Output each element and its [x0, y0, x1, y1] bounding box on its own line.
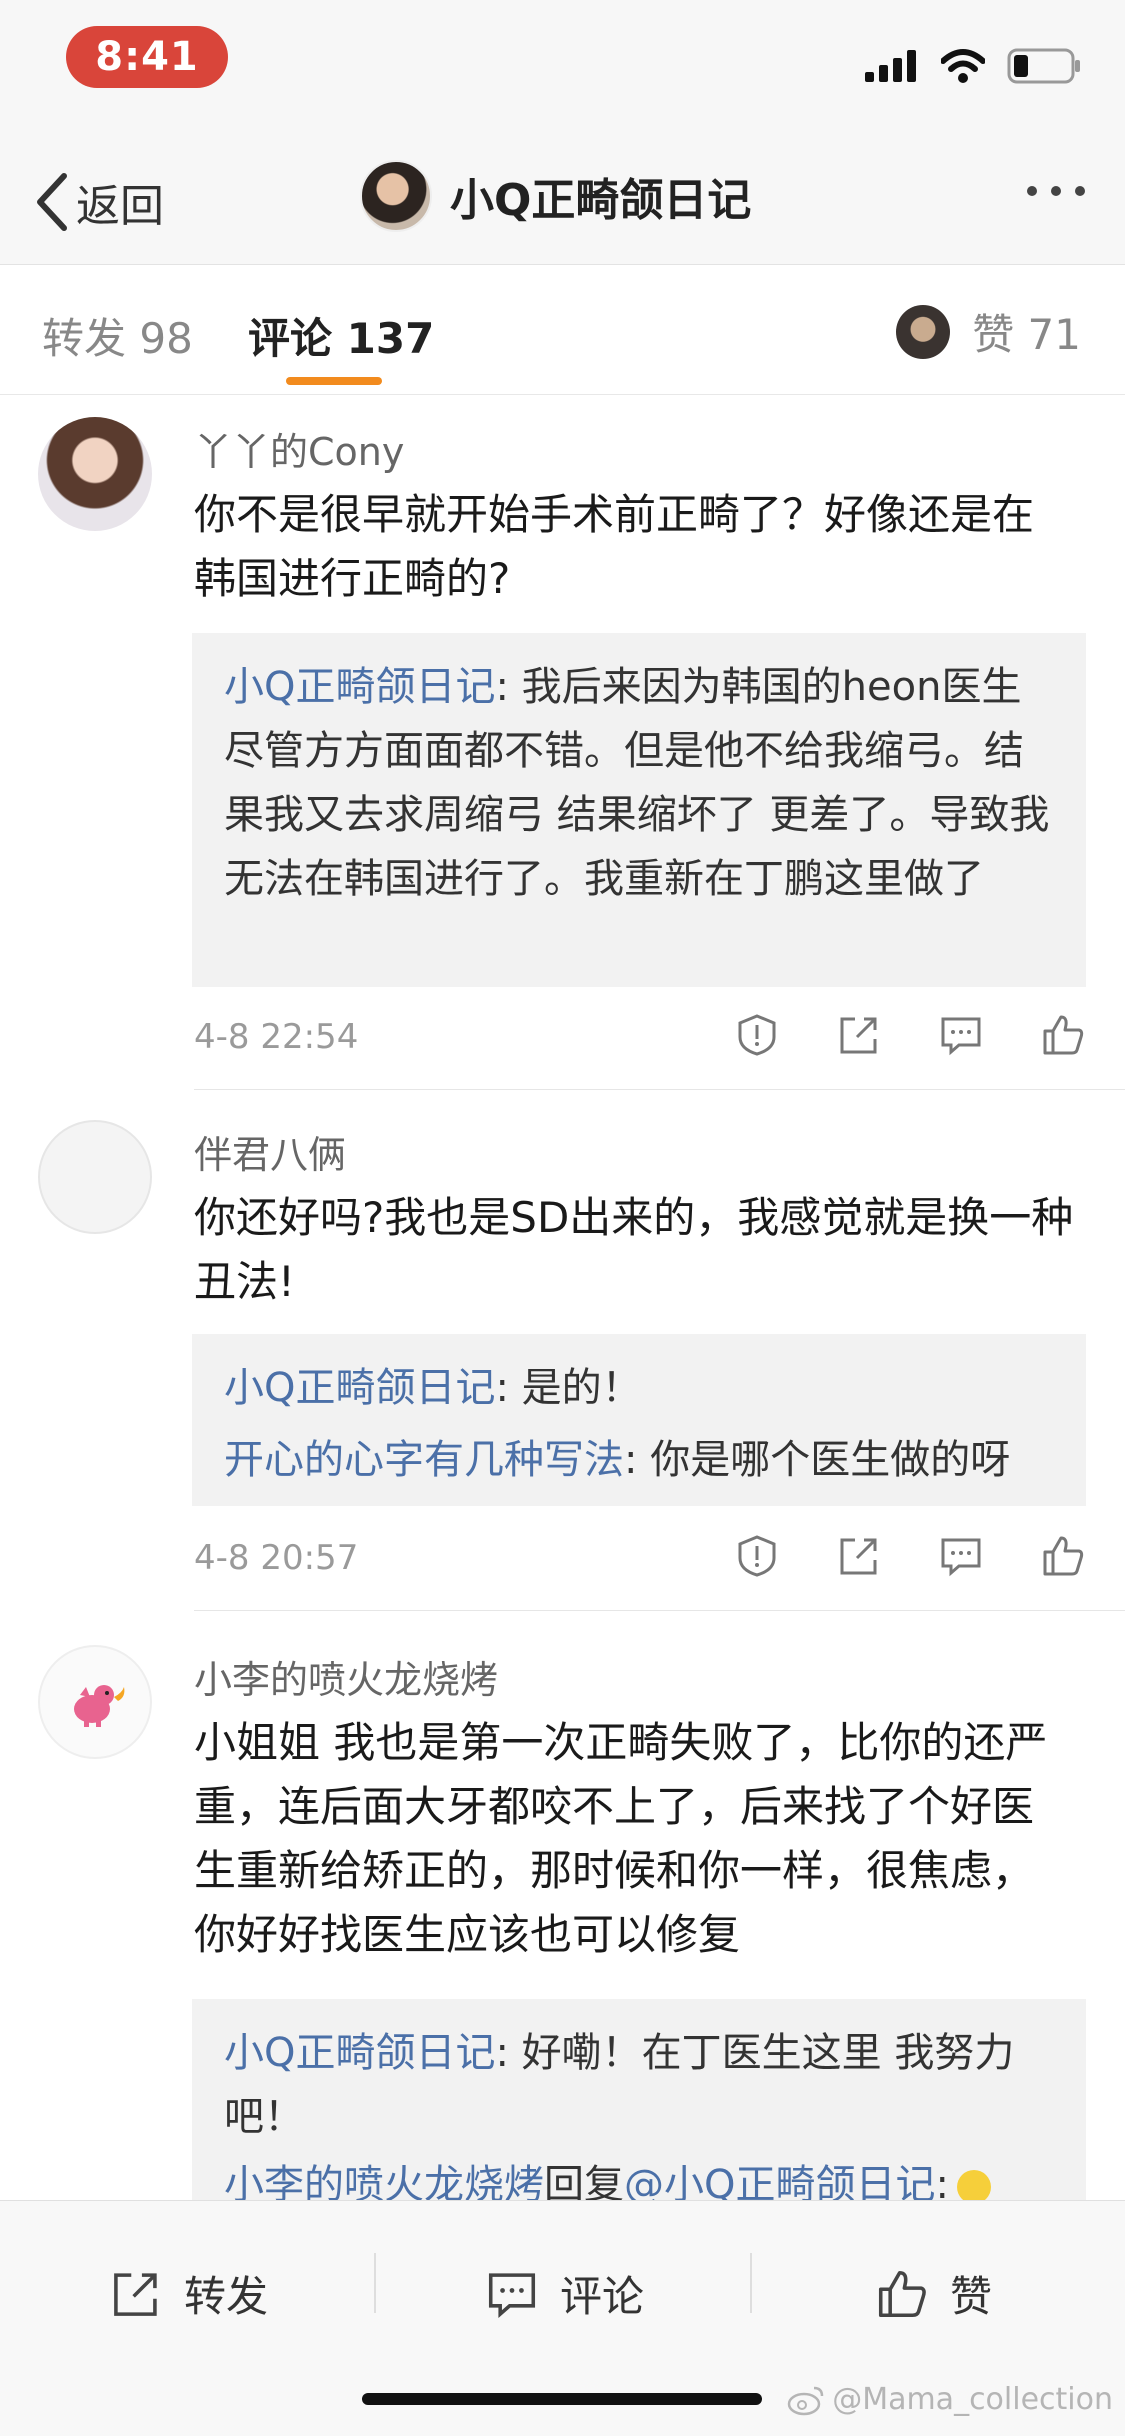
comment-button[interactable]: 评论: [486, 2263, 644, 2324]
report-icon[interactable]: [735, 1013, 779, 1057]
status-time: 8:41: [66, 26, 228, 88]
commenter-name[interactable]: 小李的喷火龙烧烤: [194, 1649, 498, 1704]
watermark-text: @Mama_collection: [832, 2382, 1113, 2417]
comment-item: 小李的喷火龙烧烤 小姐姐 我也是第一次正畸失败了，比你的还严重，连后面大牙都咬不…: [0, 1615, 1125, 2219]
watermark: @Mama_collection: [786, 2382, 1113, 2417]
comment-actions: [735, 1534, 1085, 1578]
reply-author[interactable]: 开心的心字有几种写法: [224, 1437, 624, 1483]
comment-text: 你不是很早就开始手术前正畸了？好像还是在韩国进行正畸的?: [194, 490, 1035, 603]
reply-line: 小Q正畸颌日记: 好嘞！在丁医生这里 我努力吧！: [224, 2021, 1054, 2149]
reply-box[interactable]: 小Q正畸颌日记: 是的！ 开心的心字有几种写法: 你是哪个医生做的呀: [192, 1334, 1086, 1506]
like-icon[interactable]: [1041, 1013, 1085, 1057]
like-icon[interactable]: [1041, 1534, 1085, 1578]
reply-icon[interactable]: [939, 1013, 983, 1057]
reply-line: 开心的心字有几种写法: 你是哪个医生做的呀: [224, 1428, 1054, 1492]
tab-comments[interactable]: 评论 137: [248, 305, 434, 366]
back-label: 返回: [76, 181, 164, 232]
chevron-left-icon: [37, 173, 67, 231]
home-indicator[interactable]: [362, 2393, 762, 2405]
commenter-name[interactable]: 丫丫的Cony: [194, 421, 404, 476]
comment-label: 评论: [560, 2272, 645, 2321]
back-button[interactable]: 返回: [34, 170, 164, 234]
reply-author[interactable]: 小Q正畸颌日记: [224, 1365, 495, 1411]
reply-box[interactable]: 小Q正畸颌日记: 好嘞！在丁医生这里 我努力吧！ 小李的喷火龙烧烤回复@小Q正畸…: [192, 1999, 1086, 2219]
nav-bar: 返回 小Q正畸颌日记: [0, 130, 1125, 265]
weibo-logo-icon: [787, 2386, 824, 2415]
comment-text: 你还好吗?我也是SD出来的，我感觉就是换一种丑法!: [194, 1193, 1074, 1306]
share-icon[interactable]: [837, 1013, 881, 1057]
emoji-icon: [956, 2170, 991, 2204]
commenter-name[interactable]: 伴君八俩: [194, 1124, 346, 1179]
comment-item: 伴君八俩 你还好吗?我也是SD出来的，我感觉就是换一种丑法! 小Q正畸颌日记: …: [0, 1090, 1125, 1615]
nav-title[interactable]: 小Q正畸颌日记: [360, 160, 751, 232]
tab-bar: 转发 98 评论 137 赞 71: [0, 265, 1125, 395]
active-tab-indicator: [286, 377, 382, 385]
comment-text: 小姐姐 我也是第一次正畸失败了，比你的还严重，连后面大牙都咬不上了，后来找了个好…: [194, 1718, 1048, 1959]
comment-icon: [488, 2272, 536, 2318]
author-avatar[interactable]: [360, 160, 432, 232]
wifi-icon: [941, 49, 985, 83]
divider: [374, 2253, 376, 2313]
reply-text: : 是的！: [495, 1365, 642, 1411]
thumbs-up-icon: [878, 2270, 926, 2317]
commenter-avatar[interactable]: [38, 1120, 152, 1234]
reply-author[interactable]: 小Q正畸颌日记: [224, 2030, 495, 2076]
tab-likes[interactable]: 赞 71: [896, 301, 1081, 362]
reply-box[interactable]: 小Q正畸颌日记: 我后来因为韩国的heon医生尽管方方面面都不错。但是他不给我缩…: [192, 633, 1086, 987]
report-icon[interactable]: [735, 1534, 779, 1578]
share-icon[interactable]: [837, 1534, 881, 1578]
battery-icon: [1007, 48, 1080, 84]
comment-time: 4-8 20:57: [194, 1538, 359, 1578]
comment-time: 4-8 22:54: [194, 1017, 359, 1057]
repost-label: 转发: [184, 2272, 269, 2321]
reply-icon[interactable]: [939, 1534, 983, 1578]
comment-item: 丫丫的Cony 你不是很早就开始手术前正畸了？好像还是在韩国进行正畸的? 小Q正…: [0, 395, 1125, 1090]
like-button[interactable]: 赞: [876, 2263, 992, 2324]
more-icon[interactable]: [1027, 186, 1085, 196]
commenter-avatar[interactable]: [38, 1645, 152, 1759]
reply-line: 小Q正畸颌日记: 是的！: [224, 1356, 1054, 1420]
divider: [194, 1610, 1125, 1611]
system-icons: [865, 48, 1081, 84]
repost-button[interactable]: 转发: [110, 2263, 268, 2324]
reply-author[interactable]: 小Q正畸颌日记: [224, 664, 495, 710]
divider: [750, 2253, 752, 2313]
likes-label: 赞 71: [972, 310, 1081, 359]
liker-avatar: [896, 304, 951, 359]
commenter-avatar[interactable]: [38, 417, 152, 531]
status-bar: 8:41: [0, 0, 1125, 130]
reply-text: : 你是哪个医生做的呀: [624, 1437, 1011, 1483]
repost-icon: [114, 2272, 157, 2316]
page-title: 小Q正畸颌日记: [450, 175, 752, 226]
dragon-icon: [74, 1685, 125, 1727]
like-label: 赞: [950, 2272, 993, 2321]
tab-repost[interactable]: 转发 98: [42, 305, 193, 366]
comment-actions: [735, 1013, 1085, 1057]
signal-icon: [865, 50, 916, 82]
